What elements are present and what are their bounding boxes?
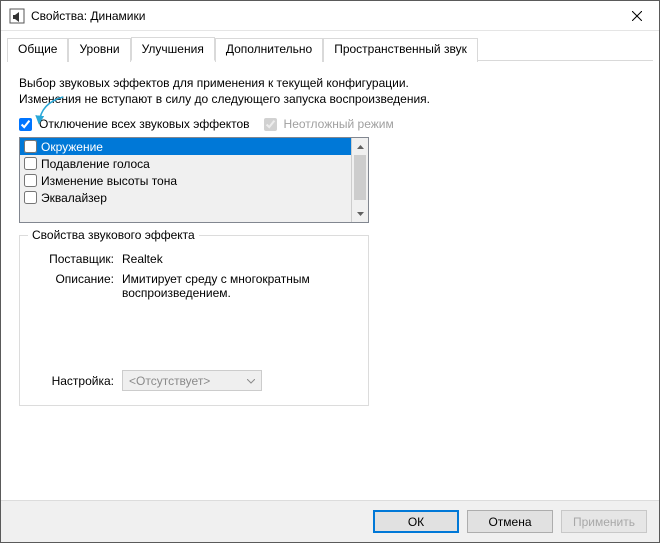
effects-items: Окружение Подавление голоса Изменение вы… <box>20 138 351 222</box>
tab-enhancements[interactable]: Улучшения <box>131 37 215 61</box>
window-title: Свойства: Динамики <box>31 9 145 23</box>
description-value: Имитирует среду с многократным воспроизв… <box>122 272 322 300</box>
tab-advanced[interactable]: Дополнительно <box>215 38 323 62</box>
immediate-mode-input <box>264 118 277 131</box>
tab-general[interactable]: Общие <box>7 38 68 62</box>
setting-select: <Отсутствует> <box>122 370 262 391</box>
apply-button: Применить <box>561 510 647 533</box>
enhancements-description: Выбор звуковых эффектов для применения к… <box>19 75 439 107</box>
effect-checkbox[interactable] <box>24 174 37 187</box>
effect-properties-legend: Свойства звукового эффекта <box>28 228 199 242</box>
provider-value: Realtek <box>122 252 322 266</box>
effect-item-environment[interactable]: Окружение <box>20 138 351 155</box>
top-options-row: Отключение всех звуковых эффектов Неотло… <box>19 117 641 131</box>
setting-label: Настройка: <box>32 374 122 388</box>
effect-properties-group: Свойства звукового эффекта Поставщик: Re… <box>19 235 369 406</box>
scroll-down-button[interactable] <box>352 205 368 222</box>
description-label: Описание: <box>32 272 122 300</box>
tab-spatial-sound[interactable]: Пространственный звук <box>323 38 478 62</box>
effect-label: Окружение <box>41 140 103 154</box>
chevron-down-icon <box>247 376 255 386</box>
effect-label: Эквалайзер <box>41 191 107 205</box>
cancel-button[interactable]: Отмена <box>467 510 553 533</box>
effect-item-equalizer[interactable]: Эквалайзер <box>20 189 351 206</box>
setting-value: <Отсутствует> <box>129 374 210 388</box>
properties-window: Свойства: Динамики Общие Уровни Улучшени… <box>0 0 660 543</box>
scroll-thumb[interactable] <box>354 155 366 200</box>
speaker-icon <box>9 8 25 24</box>
close-icon <box>632 11 642 21</box>
ok-button[interactable]: ОК <box>373 510 459 533</box>
effect-checkbox[interactable] <box>24 157 37 170</box>
effects-scrollbar[interactable] <box>351 138 368 222</box>
chevron-down-icon <box>357 212 364 216</box>
tab-levels[interactable]: Уровни <box>68 38 130 62</box>
effect-label: Подавление голоса <box>41 157 150 171</box>
disable-all-effects-label: Отключение всех звуковых эффектов <box>39 117 250 131</box>
effect-checkbox[interactable] <box>24 191 37 204</box>
tab-content: Выбор звуковых эффектов для применения к… <box>1 61 659 500</box>
scroll-up-button[interactable] <box>352 138 368 155</box>
provider-label: Поставщик: <box>32 252 122 266</box>
effect-label: Изменение высоты тона <box>41 174 177 188</box>
titlebar: Свойства: Динамики <box>1 1 659 31</box>
chevron-up-icon <box>357 145 364 149</box>
disable-all-effects-checkbox[interactable]: Отключение всех звуковых эффектов <box>19 117 250 131</box>
disable-all-effects-input[interactable] <box>19 118 32 131</box>
tab-bar: Общие Уровни Улучшения Дополнительно Про… <box>1 33 659 61</box>
immediate-mode-checkbox: Неотложный режим <box>264 117 394 131</box>
effects-listbox[interactable]: Окружение Подавление голоса Изменение вы… <box>19 137 369 223</box>
effect-checkbox[interactable] <box>24 140 37 153</box>
close-button[interactable] <box>614 1 659 31</box>
immediate-mode-label: Неотложный режим <box>284 117 394 131</box>
button-bar: ОК Отмена Применить <box>1 500 659 542</box>
effect-item-voice-suppression[interactable]: Подавление голоса <box>20 155 351 172</box>
effect-item-pitch-shift[interactable]: Изменение высоты тона <box>20 172 351 189</box>
